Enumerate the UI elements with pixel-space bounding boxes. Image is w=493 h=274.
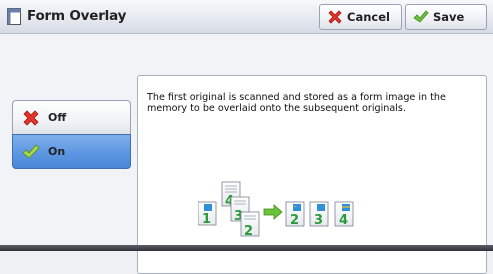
arrow-right-icon [263,204,283,220]
svg-text:2: 2 [290,213,299,228]
option-on-button[interactable]: On [12,134,131,169]
green-check-icon [22,144,40,159]
output-page-3: 3 [309,201,329,228]
cancel-label: Cancel [347,10,390,24]
option-off-button[interactable]: Off [12,100,131,135]
input-page-stack: 4 3 2 [221,181,260,239]
svg-text:3: 3 [314,213,323,228]
output-page-2: 2 [285,201,305,228]
red-x-icon [328,10,342,24]
form-page-number: 1 [202,212,211,227]
title-bar: Form Overlay Cancel Save [0,0,493,34]
output-page-4: 4 [334,201,354,228]
red-x-icon [23,110,39,126]
page-title: Form Overlay [27,8,127,24]
green-check-icon [413,10,429,23]
option-on-label: On [48,145,66,158]
save-label: Save [433,10,465,24]
main-area: Off On The first original is scanned and… [0,34,493,274]
form-page-icon: 1 [198,201,217,227]
description-text: The first original is scanned and stored… [147,92,446,114]
save-button[interactable]: Save [405,4,487,30]
svg-text:4: 4 [339,213,348,228]
cancel-button[interactable]: Cancel [319,4,402,30]
form-overlay-icon [7,8,21,25]
option-off-label: Off [48,111,67,124]
input-page-2: 2 [244,224,253,239]
bottom-edge [0,245,493,251]
